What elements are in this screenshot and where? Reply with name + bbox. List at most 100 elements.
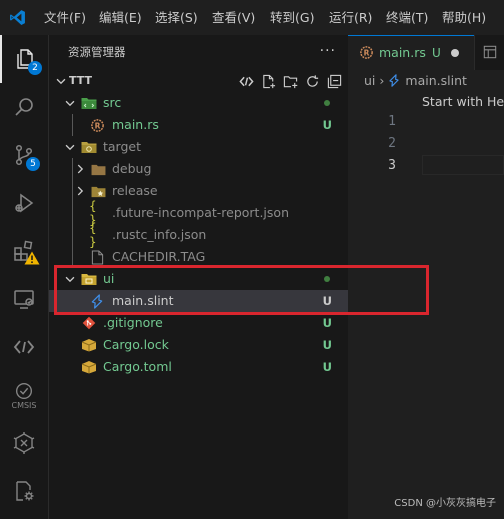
git-file-icon [81, 315, 97, 331]
json-file-icon: { } [89, 199, 97, 227]
tree-file-rustc-info[interactable]: { } .rustc_info.json [49, 221, 348, 249]
folder-src-icon [81, 95, 97, 111]
remote-explorer-button[interactable] [0, 275, 48, 323]
remote-explorer-icon [14, 290, 34, 309]
extensions-button[interactable] [0, 227, 48, 275]
activity-bar: 2 5 CMSIS [0, 35, 49, 519]
cargo-file-icon [81, 337, 97, 353]
new-folder-icon [283, 75, 297, 88]
sidebar-header: 资源管理器 ··· [49, 35, 348, 70]
vscode-logo-icon [10, 10, 25, 25]
tree-label: release [112, 183, 158, 198]
tree-label: Cargo.lock [103, 337, 169, 352]
breadcrumb: ui › main.slint [364, 70, 467, 92]
menu-selection[interactable]: 选择(S) [155, 0, 198, 35]
untracked-status: U [322, 118, 332, 132]
menu-help[interactable]: 帮助(H) [442, 0, 486, 35]
more-actions-button[interactable]: ··· [320, 35, 336, 68]
breadcrumb-file[interactable]: main.slint [405, 73, 467, 88]
unsaved-dot[interactable] [451, 49, 459, 57]
tree-file-gitignore[interactable]: .gitignore U [49, 312, 348, 334]
tree-folder-debug[interactable]: debug [49, 158, 348, 180]
tree-label: .future-incompat-report.json [112, 205, 289, 220]
new-folder-button[interactable] [282, 73, 298, 89]
folder-icon [90, 161, 106, 177]
menu-run[interactable]: 运行(R) [329, 0, 372, 35]
editor-hint: Start with Hel [422, 94, 504, 109]
explorer-button[interactable]: 2 [0, 35, 48, 83]
source-control-badge: 5 [26, 157, 40, 171]
settings-file-button[interactable] [0, 467, 48, 515]
cmsis-button[interactable] [0, 371, 48, 419]
breadcrumb-folder[interactable]: ui [364, 73, 375, 88]
line-number-current: 3 [388, 158, 396, 173]
current-line-highlight [422, 155, 504, 175]
tree-label: debug [112, 161, 152, 176]
line-number: 1 [388, 114, 396, 129]
rust-file-icon: R [89, 117, 105, 133]
chevron-down-icon [56, 78, 66, 85]
refresh-button[interactable] [304, 73, 320, 89]
cargo-file-icon [81, 359, 97, 375]
workspace-title: TTT [69, 74, 93, 87]
folder-target-icon [81, 139, 97, 155]
untracked-status: U [322, 338, 332, 352]
folder-release-icon [90, 183, 106, 199]
warning-icon [24, 251, 40, 265]
chip-button[interactable] [0, 419, 48, 467]
tab-second[interactable] [474, 35, 504, 70]
rust-file-icon: R [360, 46, 373, 59]
tab-label: main.rs [379, 45, 426, 60]
new-file-icon [262, 74, 275, 88]
chip-icon [13, 432, 35, 454]
tree-label: main.rs [112, 117, 159, 132]
run-debug-icon [15, 193, 34, 213]
chevron-down-icon [65, 100, 75, 107]
annotation-highlight-box [54, 265, 429, 315]
slint-file-icon [389, 74, 400, 87]
tree-label: .gitignore [103, 315, 163, 330]
chevron-right-icon [77, 164, 84, 174]
menu-view[interactable]: 查看(V) [212, 0, 255, 35]
code-brackets-icon [238, 76, 254, 86]
tree-label: .rustc_info.json [112, 227, 207, 242]
chevron-right-icon: › [379, 73, 385, 88]
tree-folder-target[interactable]: target [49, 136, 348, 158]
json-file-icon: { } [89, 221, 97, 249]
run-debug-button[interactable] [0, 179, 48, 227]
tree-file-main-rs[interactable]: R main.rs U [49, 114, 348, 136]
tab-main-rs[interactable]: R main.rs U [348, 35, 474, 70]
embedded-action-button[interactable] [238, 73, 254, 89]
chevron-right-icon [77, 186, 84, 196]
code-brackets-icon [13, 340, 35, 354]
menu-terminal[interactable]: 终端(T) [386, 0, 428, 35]
search-icon [15, 98, 33, 116]
menu-edit[interactable]: 编辑(E) [99, 0, 142, 35]
embedded-button[interactable] [0, 323, 48, 371]
sidebar-title: 资源管理器 [68, 45, 126, 59]
watermark: CSDN @小灰灰搞电子 [394, 498, 496, 509]
refresh-icon [306, 74, 318, 87]
search-button[interactable] [0, 83, 48, 131]
tree-folder-src[interactable]: src [49, 92, 348, 114]
line-number: 2 [388, 136, 396, 151]
menu-go[interactable]: 转到(G) [270, 0, 314, 35]
section-actions [238, 70, 342, 92]
cmsis-icon [15, 382, 33, 400]
editor-tabs: R main.rs U [348, 35, 504, 70]
untracked-status: U [322, 360, 332, 374]
svg-text:R: R [94, 121, 100, 130]
explorer-badge: 2 [28, 61, 42, 75]
workspace-section-header[interactable]: TTT [49, 70, 348, 92]
preview-icon [483, 45, 497, 59]
tree-file-cargo-lock[interactable]: Cargo.lock U [49, 334, 348, 356]
title-bar: 文件(F) 编辑(E) 选择(S) 查看(V) 转到(G) 运行(R) 终端(T… [0, 0, 504, 35]
tree-label: Cargo.toml [103, 359, 172, 374]
source-control-button[interactable]: 5 [0, 131, 48, 179]
tree-file-cargo-toml[interactable]: Cargo.toml U [49, 356, 348, 378]
cmsis-label: CMSIS [11, 401, 37, 410]
collapse-all-button[interactable] [326, 73, 342, 89]
untracked-status: U [322, 316, 332, 330]
new-file-button[interactable] [260, 73, 276, 89]
menu-file[interactable]: 文件(F) [44, 0, 86, 35]
